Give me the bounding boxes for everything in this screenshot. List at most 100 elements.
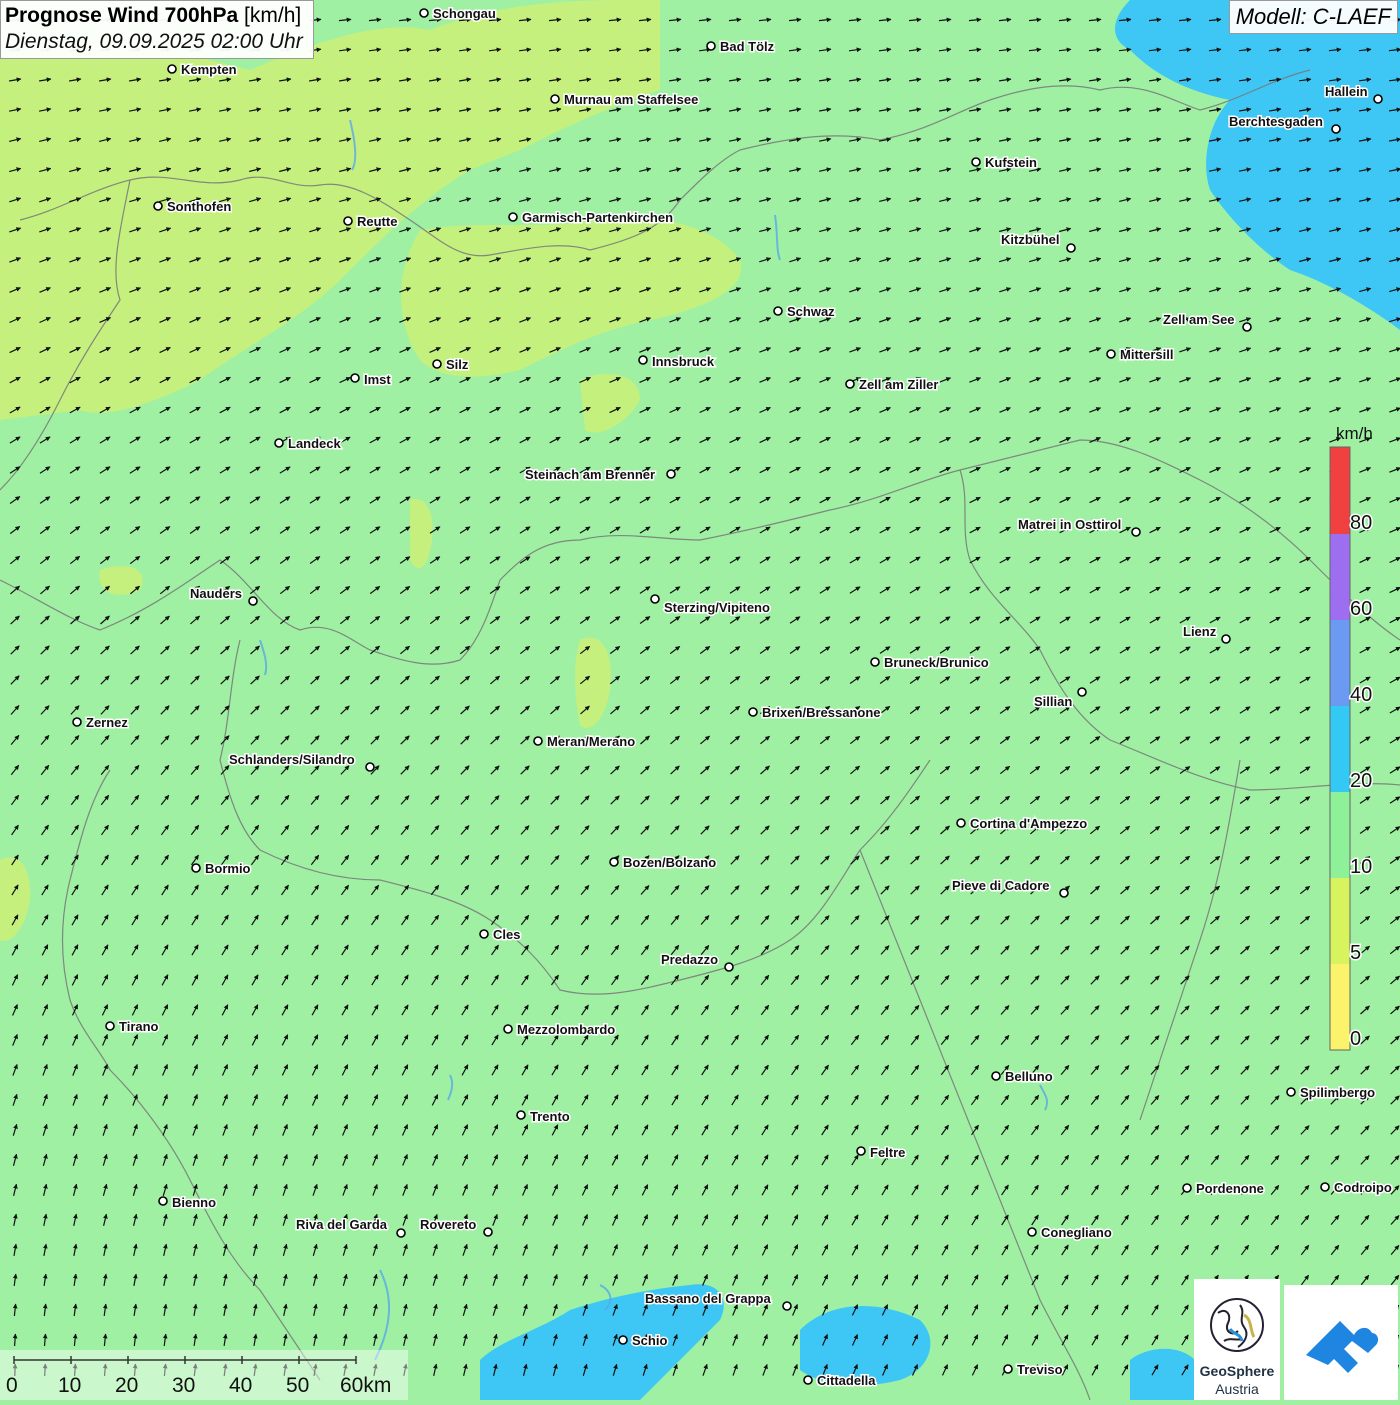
city-marker: Cortina d'Ampezzo xyxy=(957,816,1087,831)
city-label: Zell am See xyxy=(1163,312,1235,327)
city-marker: Bozen/Bolzano xyxy=(610,855,716,870)
model-label: Modell: C-LAEF xyxy=(1229,0,1398,34)
legend-band-40 xyxy=(1330,620,1350,706)
city-marker: Steinach am Brenner xyxy=(525,467,675,482)
city-label: Hallein xyxy=(1325,84,1368,99)
legend-band-10 xyxy=(1330,792,1350,878)
city-label: Bormio xyxy=(205,861,251,876)
city-marker: Conegliano xyxy=(1028,1225,1112,1240)
city-label: Lienz xyxy=(1183,624,1217,639)
scale-label: 20 xyxy=(115,1374,138,1397)
city-label: Brixen/Bressanone xyxy=(762,705,881,720)
city-label: Imst xyxy=(364,372,391,387)
city-label: Steinach am Brenner xyxy=(525,467,655,482)
city-label: Bassano del Grappa xyxy=(645,1291,771,1306)
city-label: Meran/Merano xyxy=(547,734,635,749)
city-label: Feltre xyxy=(870,1145,905,1160)
scale-label: 40 xyxy=(229,1374,252,1397)
legend-band-5 xyxy=(1330,878,1350,964)
logo-line2: Austria xyxy=(1194,1381,1280,1397)
city-label: Nauders xyxy=(190,586,242,601)
city-label: Bienno xyxy=(172,1195,216,1210)
city-label: Innsbruck xyxy=(652,354,715,369)
city-label: Reutte xyxy=(357,214,397,229)
city-label: Cles xyxy=(493,927,520,942)
title-unit: [km/h] xyxy=(244,4,301,27)
city-label: Zernez xyxy=(86,715,128,730)
city-label: Codroipo xyxy=(1334,1180,1392,1195)
city-label: Silz xyxy=(446,357,469,372)
city-label: Conegliano xyxy=(1041,1225,1112,1240)
city-label: Sterzing/Vipiteno xyxy=(664,600,770,615)
city-marker: Spilimbergo xyxy=(1287,1085,1375,1100)
city-label: Mezzolombardo xyxy=(517,1022,615,1037)
scale-label: 10 xyxy=(58,1374,81,1397)
city-label: Bozen/Bolzano xyxy=(623,855,716,870)
city-label: Landeck xyxy=(288,436,342,451)
city-marker: Zell am Ziller xyxy=(846,377,938,392)
legend-band-20 xyxy=(1330,706,1350,792)
legend-tick: 80 xyxy=(1350,512,1372,534)
legend-tick: 40 xyxy=(1350,684,1372,706)
city-label: Treviso xyxy=(1017,1362,1063,1377)
city-label: Kufstein xyxy=(985,155,1037,170)
forecast-datetime: Dienstag, 09.09.2025 02:00 Uhr xyxy=(5,30,303,54)
title-bold: Prognose Wind 700hPa xyxy=(5,4,238,27)
cloud-arrow-icon xyxy=(1284,1285,1398,1400)
city-marker: Meran/Merano xyxy=(534,734,635,749)
city-label: Kitzbühel xyxy=(1001,232,1060,247)
city-label: Schwaz xyxy=(787,304,835,319)
legend-tick: 10 xyxy=(1350,856,1372,878)
city-marker: Mezzolombardo xyxy=(504,1022,615,1037)
city-marker: Murnau am Staffelsee xyxy=(551,92,698,107)
map-title-box: Prognose Wind 700hPa [km/h] Dienstag, 09… xyxy=(0,0,314,59)
city-label: Bruneck/Brunico xyxy=(884,655,989,670)
city-label: Trento xyxy=(530,1109,570,1124)
app-logo[interactable] xyxy=(1284,1285,1398,1400)
city-label: Cittadella xyxy=(817,1373,876,1388)
city-marker: Brixen/Bressanone xyxy=(749,705,881,720)
wind-arrow xyxy=(15,1334,16,1346)
city-label: Schlanders/Silandro xyxy=(229,752,355,767)
geosphere-logo[interactable]: GeoSphere Austria xyxy=(1194,1279,1280,1400)
city-label: Kempten xyxy=(181,62,237,77)
city-label: Mittersill xyxy=(1120,347,1173,362)
city-label: Spilimbergo xyxy=(1300,1085,1375,1100)
legend-tick: 0 xyxy=(1350,1028,1361,1050)
city-label: Bad Tölz xyxy=(720,39,775,54)
city-label: Predazzo xyxy=(661,952,718,967)
city-label: Sonthofen xyxy=(167,199,231,214)
legend-unit: km/h xyxy=(1336,424,1373,444)
city-marker: Bruneck/Brunico xyxy=(871,655,989,670)
city-marker: Garmisch-Partenkirchen xyxy=(509,210,673,225)
city-label: Berchtesgaden xyxy=(1229,114,1323,129)
legend-tick: 60 xyxy=(1350,598,1372,620)
city-label: Belluno xyxy=(1005,1069,1053,1084)
scale-label: 60km xyxy=(340,1374,391,1397)
city-label: Schio xyxy=(632,1333,667,1348)
city-label: Schongau xyxy=(433,6,496,21)
city-label: Garmisch-Partenkirchen xyxy=(522,210,673,225)
geosphere-icon xyxy=(1194,1285,1280,1365)
city-label: Sillian xyxy=(1034,694,1072,709)
legend-tick: 5 xyxy=(1350,942,1361,964)
city-label: Pieve di Cadore xyxy=(952,878,1050,893)
city-marker: Pordenone xyxy=(1183,1181,1264,1196)
city-label: Pordenone xyxy=(1196,1181,1264,1196)
scale-label: 30 xyxy=(172,1374,195,1397)
city-label: Rovereto xyxy=(420,1217,476,1232)
scale-label: 50 xyxy=(286,1374,309,1397)
legend-band-60 xyxy=(1330,534,1350,620)
city-label: Zell am Ziller xyxy=(859,377,938,392)
city-label: Cortina d'Ampezzo xyxy=(970,816,1087,831)
city-label: Matrei in Osttirol xyxy=(1018,517,1121,532)
city-label: Tirano xyxy=(119,1019,159,1034)
wind-map: Schongau Bad Tölz Kempten Murnau am Staf… xyxy=(0,0,1400,1400)
scale-label: 0 xyxy=(6,1374,18,1397)
city-label: Riva del Garda xyxy=(296,1217,388,1232)
map-title: Prognose Wind 700hPa [km/h] xyxy=(5,4,303,28)
legend-tick: 20 xyxy=(1350,770,1372,792)
legend-band-80 xyxy=(1330,447,1350,534)
city-label: Murnau am Staffelsee xyxy=(564,92,698,107)
logo-line1: GeoSphere xyxy=(1194,1363,1280,1379)
